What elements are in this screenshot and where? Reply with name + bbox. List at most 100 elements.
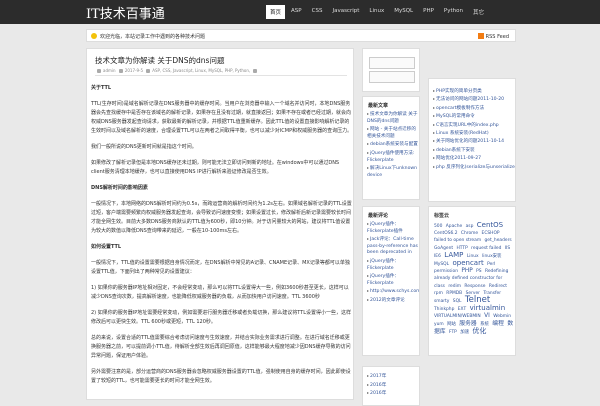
tag-link[interactable]: 系统 <box>480 322 489 327</box>
tag-cloud-box: 标签云 500 Apache asp CentOS CentOS6.2 Chro… <box>428 206 516 356</box>
tag-link[interactable]: Redirect <box>489 284 507 289</box>
tag-link[interactable]: 加速 <box>460 330 469 335</box>
tag-link[interactable]: Response <box>464 284 485 289</box>
tag-link[interactable]: Webmin <box>493 314 511 319</box>
tag-link[interactable]: CentOS6.2 <box>434 231 458 236</box>
latest-post-link[interactable]: debian系统安装与配置 <box>367 141 419 149</box>
tag-link[interactable]: VIRTUALMIN/WEBMIN <box>434 314 481 319</box>
nav-item[interactable]: Linux <box>365 5 388 19</box>
archive-link[interactable]: 2016年 <box>367 382 419 390</box>
archive-link[interactable]: 2016年 <box>367 390 419 398</box>
tag-link[interactable]: virtualmin <box>470 304 506 312</box>
nav-item[interactable]: Javascript <box>328 5 363 19</box>
tag-link[interactable]: Thinkphp <box>434 307 454 312</box>
nav-item[interactable]: PHP <box>419 5 438 19</box>
latest-post-link[interactable]: 网站 - 关于站点迁移的相关技术问题 <box>367 126 419 140</box>
archive-link[interactable]: 2017年 <box>367 373 419 381</box>
tag-link[interactable]: asp <box>466 224 474 229</box>
comment-link[interactable]: jQuery插件：Flickerplate <box>367 273 419 287</box>
tag-link[interactable]: failed to open stream <box>434 238 481 243</box>
tag-link[interactable]: 500 <box>434 224 442 229</box>
comment-link[interactable]: jQuery插件：Flickerplate <box>367 258 419 272</box>
tag-cloud: 500 Apache asp CentOS CentOS6.2 Chrome E… <box>434 221 514 336</box>
article-title[interactable]: 技术文章为你解读 关于DNS的dns问题 <box>95 55 224 66</box>
tag-link[interactable]: RPMDB <box>446 291 462 296</box>
tag-link[interactable]: redim <box>448 284 461 289</box>
tag-link[interactable]: Perl <box>487 262 495 267</box>
tag-link[interactable]: 网站 <box>447 322 456 327</box>
notice-bar: 欢迎光临，本站记录工作中遇到的各种技术问题 RSS Feed <box>86 29 516 42</box>
paragraph: 一般情况下，TTL值的设置需要根据自身情况而定，在DNS解析中常见的A记录、CN… <box>91 260 350 275</box>
comments-heading: 最新评论 <box>368 213 389 219</box>
random-post-link[interactable]: php 反序列化(serialize与unserialize) <box>433 163 515 171</box>
nav-item[interactable]: 首页 <box>266 5 286 19</box>
tag-link[interactable]: 优化 <box>472 327 486 335</box>
article-body: 关于TTL TTL(生存时间)是域名解析记录在DNS服务器中的缓存时间。当用户在浏… <box>91 84 353 393</box>
tag-link[interactable]: linux安装 <box>482 254 501 259</box>
random-post-link[interactable]: MySQL的常用命令 <box>433 112 515 120</box>
comment-link[interactable]: jQuery插件：Flickerplate插件 <box>367 221 419 235</box>
tag-link[interactable]: 编程 <box>492 321 504 327</box>
tag-link[interactable]: smarty <box>434 299 449 304</box>
archive-list: 2017年2016年2016年 <box>367 373 419 399</box>
main-nav: 首页 ASP CSS Javascript Linux MySQL PHP Python 其它 <box>266 5 488 19</box>
random-post-link[interactable]: debian系统下安装 <box>433 146 515 154</box>
tag-link[interactable]: opencart <box>452 259 483 267</box>
tag-link[interactable]: PS <box>476 269 481 274</box>
comment-icon[interactable] <box>253 68 258 73</box>
title-divider <box>95 75 347 76</box>
tag-link[interactable]: EXT <box>458 307 466 312</box>
article-author[interactable]: admin <box>103 68 116 73</box>
rss-link[interactable]: RSS Feed <box>477 33 509 40</box>
latest-posts-list: 技术文章为你解读 关于DNS的dns问题网站 - 关于站点迁移的相关技术问题de… <box>367 111 419 180</box>
tag-link[interactable]: GoAgent <box>434 246 453 251</box>
tag-link[interactable]: ECSHOP <box>482 231 500 236</box>
random-posts-list: PHP实现的简单分页类无法访问的网站问题2011-10-20opencart模板… <box>433 87 515 171</box>
site-logo[interactable]: IT技术百事通 <box>86 3 165 22</box>
random-post-link[interactable]: 无法访问的网站问题2011-10-20 <box>433 95 515 103</box>
tag-link[interactable]: 服务器 <box>459 321 476 327</box>
tag-link[interactable]: yum <box>434 322 444 327</box>
article-categories[interactable]: ASP, CSS, Javascript, Linux, MySQL, PHP,… <box>152 68 250 73</box>
top-navigation-bar: IT技术百事通 首页 ASP CSS Javascript Linux MySQL PHP P… <box>0 0 600 24</box>
tag-link[interactable]: VI <box>484 313 490 319</box>
tag-link[interactable]: Chrome <box>461 231 478 236</box>
tag-link[interactable]: rpm <box>434 291 443 296</box>
search-box <box>362 48 420 92</box>
latest-post-link[interactable]: jQuery插件使用方法: Flickerplate <box>367 150 419 164</box>
tag-link[interactable]: IIS <box>505 246 510 251</box>
tag-link[interactable]: IE6 <box>434 254 441 259</box>
tag-link[interactable]: MySQL <box>434 262 449 267</box>
tag-link[interactable]: SQL <box>453 299 462 304</box>
paragraph: 2) 如果你的服务器IP地址需要经常变动，例如需要进行服务器迁移或者负载切换，那… <box>91 310 352 325</box>
tag-link[interactable]: CentOS <box>477 221 503 229</box>
comment-link[interactable]: http://www.schys.com <box>367 288 419 296</box>
user-icon <box>97 68 101 73</box>
nav-item[interactable]: Python <box>440 5 467 19</box>
search-field-secondary[interactable] <box>369 71 415 83</box>
search-input[interactable] <box>369 57 415 69</box>
comment-link[interactable]: 2012的文章评论 <box>367 297 419 305</box>
tag-link[interactable]: request failed <box>471 246 501 251</box>
tag-link[interactable]: get_headers <box>485 238 512 243</box>
tag-link[interactable]: permission <box>434 269 458 274</box>
tag-link[interactable]: Apache <box>446 224 462 229</box>
nav-item[interactable]: 其它 <box>469 5 488 19</box>
random-post-link[interactable]: Linux 系统安装(RedHat) <box>433 129 515 137</box>
random-post-link[interactable]: opencart模板制作方法 <box>433 104 515 112</box>
nav-item[interactable]: ASP <box>287 5 306 19</box>
random-post-link[interactable]: C语言实现URL中的index.php <box>433 121 515 129</box>
rss-label: RSS Feed <box>485 34 509 40</box>
random-post-link[interactable]: 网站优化2011-09-27 <box>433 154 515 162</box>
nav-item[interactable]: CSS <box>308 5 327 19</box>
comment-link[interactable]: Jack评论：Call-time pass-by-reference has b… <box>367 236 419 257</box>
random-post-link[interactable]: 关于网站优化的问题2011-10-14 <box>433 137 515 145</box>
tag-link[interactable]: LAMP <box>444 251 463 259</box>
random-post-link[interactable]: PHP实现的简单分页类 <box>433 87 515 95</box>
tag-link[interactable]: PHP <box>461 268 472 274</box>
nav-item[interactable]: MySQL <box>390 5 417 19</box>
tag-link[interactable]: FTP <box>449 330 457 335</box>
latest-post-link[interactable]: 解决Linux下unknown device <box>367 165 419 179</box>
tag-link[interactable]: HTTP <box>457 246 468 251</box>
latest-post-link[interactable]: 技术文章为你解读 关于DNS的dns问题 <box>367 111 419 125</box>
